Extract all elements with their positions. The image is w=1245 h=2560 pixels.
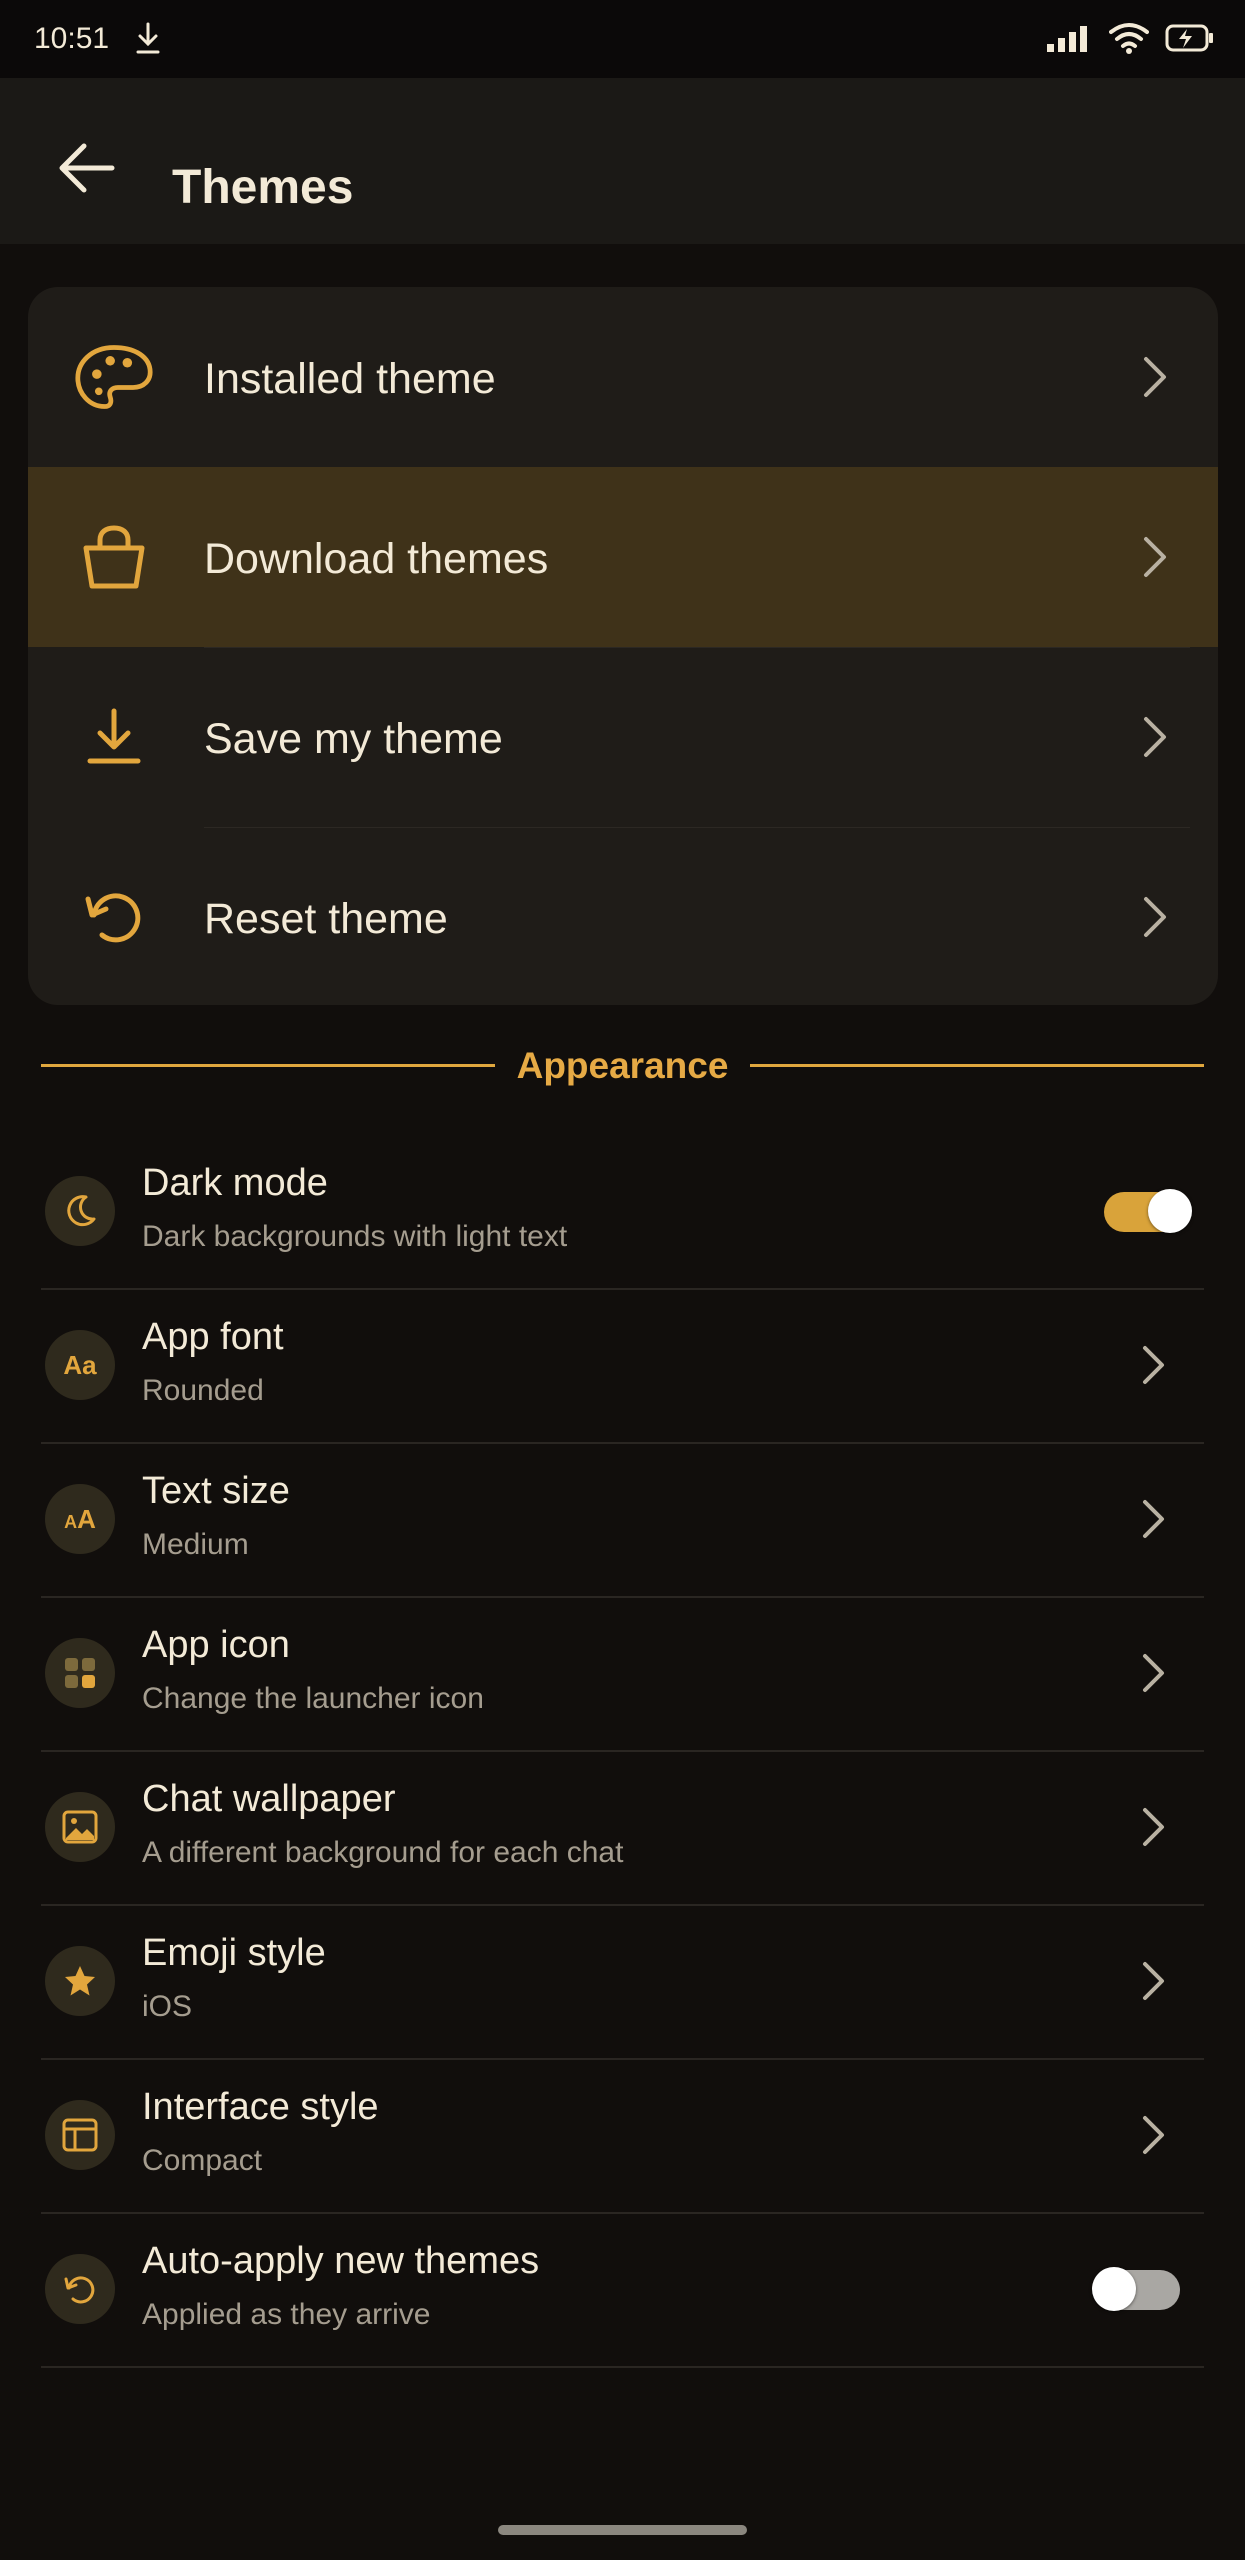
status-bar: 10:51 (0, 0, 1245, 78)
battery-icon (1165, 24, 1213, 52)
setting-subtitle: Rounded (142, 1374, 264, 1407)
appearance-section-header: Appearance (41, 1040, 1204, 1090)
installed-theme-label: Installed theme (204, 355, 496, 403)
setting-subtitle: Medium (142, 1528, 249, 1561)
interface-style-setting[interactable]: Interface style Compact (41, 2058, 1204, 2214)
palette-icon (74, 337, 154, 417)
home-indicator[interactable] (498, 2525, 747, 2535)
auto-apply-toggle[interactable] (1092, 2267, 1180, 2311)
setting-title: Chat wallpaper (142, 1778, 396, 1820)
chevron-right-icon (1144, 357, 1166, 397)
download-status-icon (136, 22, 160, 54)
reset-theme-item[interactable]: Reset theme (28, 827, 1218, 1005)
setting-title: Interface style (142, 2086, 379, 2128)
reset-icon (74, 877, 154, 957)
download-themes-label: Download themes (204, 535, 549, 583)
emoji-style-setting[interactable]: Emoji style iOS (41, 1904, 1204, 2060)
installed-theme-item[interactable]: Installed theme (28, 287, 1218, 467)
theme-options-card: Installed theme Download themes Save my … (28, 287, 1218, 1005)
moon-icon (45, 1176, 115, 1246)
chevron-right-icon (1143, 1962, 1164, 2000)
setting-subtitle: Applied as they arrive (142, 2298, 431, 2331)
setting-subtitle: Compact (142, 2144, 263, 2177)
setting-title: Auto-apply new themes (142, 2240, 540, 2282)
text-size-icon: AA (45, 1484, 115, 1554)
page-title: Themes (172, 161, 354, 214)
dark-mode-toggle[interactable] (1104, 1189, 1192, 1233)
save-my-theme-label: Save my theme (204, 715, 503, 763)
layout-icon (45, 2100, 115, 2170)
chat-wallpaper-setting[interactable]: Chat wallpaper A different background fo… (41, 1750, 1204, 1906)
toggle-knob (1092, 2267, 1136, 2311)
back-arrow-icon (59, 143, 115, 193)
download-themes-item[interactable]: Download themes (28, 467, 1218, 647)
setting-title: Dark mode (142, 1162, 328, 1204)
setting-subtitle: iOS (142, 1990, 193, 2023)
app-icon-setting[interactable]: App icon Change the launcher icon (41, 1596, 1204, 1752)
chevron-right-icon (1143, 2116, 1164, 2154)
refresh-icon (45, 2254, 115, 2324)
signal-icon (1047, 26, 1087, 52)
wifi-icon (1109, 23, 1149, 54)
font-icon: Aa (45, 1330, 115, 1400)
image-icon (45, 1792, 115, 1862)
text-size-glyph: AA (64, 1503, 96, 1534)
back-button[interactable] (48, 130, 124, 206)
section-title: Appearance (41, 1045, 1204, 1087)
download-icon (74, 697, 154, 777)
chevron-right-icon (1144, 897, 1166, 937)
setting-title: Emoji style (142, 1932, 326, 1974)
setting-subtitle: Change the launcher icon (142, 1682, 484, 1715)
toggle-knob (1148, 1189, 1192, 1233)
chevron-right-icon (1144, 537, 1166, 577)
chevron-right-icon (1144, 717, 1166, 757)
shopping-bag-icon (74, 517, 154, 597)
app-font-setting[interactable]: Aa App font Rounded (41, 1288, 1204, 1444)
reset-theme-label: Reset theme (204, 895, 448, 943)
app-bar: Themes (0, 78, 1245, 244)
chevron-right-icon (1143, 1654, 1164, 1692)
setting-title: App font (142, 1316, 284, 1358)
setting-subtitle: A different background for each chat (142, 1836, 624, 1869)
auto-apply-setting[interactable]: Auto-apply new themes Applied as they ar… (41, 2212, 1204, 2368)
chevron-right-icon (1143, 1500, 1164, 1538)
status-time: 10:51 (34, 22, 110, 55)
setting-title: App icon (142, 1624, 290, 1666)
dark-mode-setting[interactable]: Dark mode Dark backgrounds with light te… (41, 1134, 1204, 1290)
setting-title: Text size (142, 1470, 290, 1512)
save-my-theme-item[interactable]: Save my theme (28, 647, 1218, 827)
chevron-right-icon (1143, 1808, 1164, 1846)
chevron-right-icon (1143, 1346, 1164, 1384)
star-icon (45, 1946, 115, 2016)
text-size-setting[interactable]: AA Text size Medium (41, 1442, 1204, 1598)
grid-icon (45, 1638, 115, 1708)
setting-subtitle: Dark backgrounds with light text (142, 1220, 568, 1253)
